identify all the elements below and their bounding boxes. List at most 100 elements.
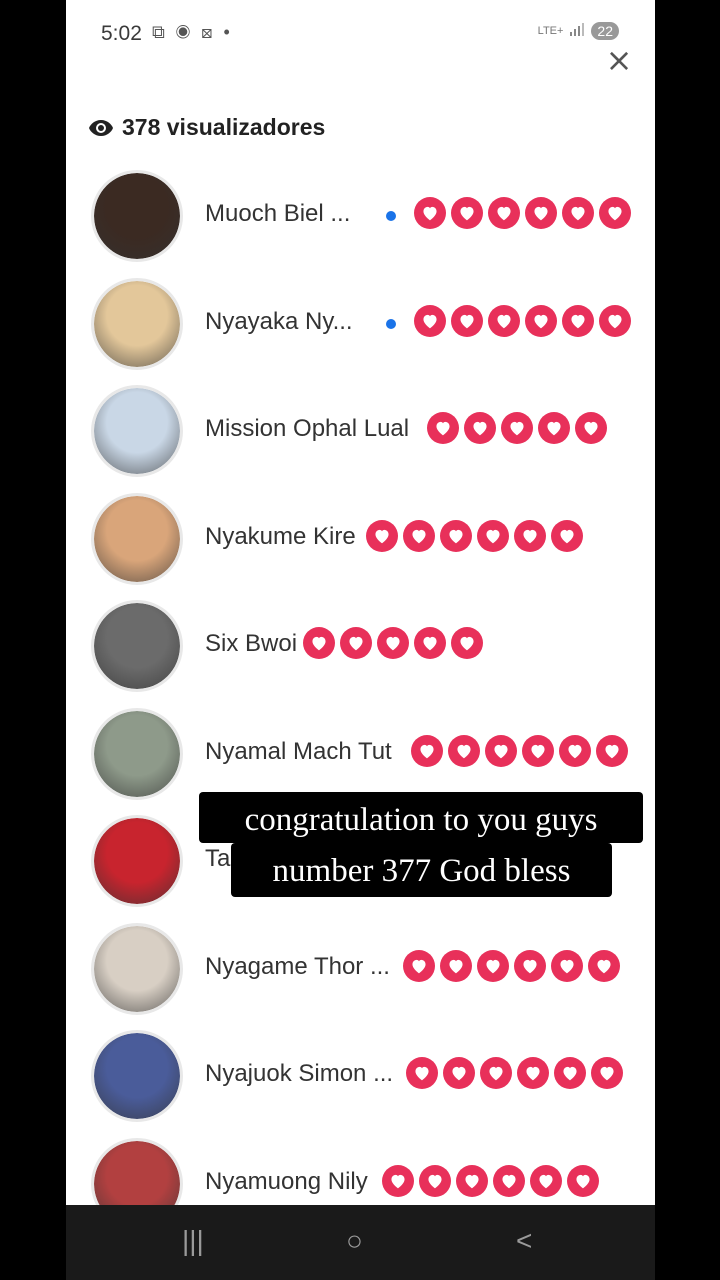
heart-icon: [501, 412, 533, 444]
heart-icon: [530, 1164, 562, 1197]
status-right: LTE+ 22: [538, 22, 619, 40]
viewers-count: 378 visualizadores: [122, 114, 326, 140]
heart-icon: [406, 1057, 438, 1089]
avatar[interactable]: [91, 1137, 183, 1205]
heart-icon: [599, 197, 631, 229]
recents-button[interactable]: |||: [182, 1225, 204, 1257]
viewer-name: Muoch Biel ...: [205, 200, 351, 227]
reactions: [427, 412, 607, 444]
heart-icon: [414, 304, 446, 337]
reactions: [303, 627, 483, 659]
heart-icon: [517, 1057, 549, 1089]
heart-icon: [448, 734, 480, 767]
avatar[interactable]: [91, 707, 183, 800]
heart-icon: [477, 949, 509, 982]
viewer-name: Nyagame Thor ...: [205, 952, 390, 980]
viewer-row[interactable]: Nyagame Thor ...: [66, 913, 655, 1021]
heart-icon: [382, 1164, 414, 1197]
heart-icon: [303, 627, 335, 659]
heart-icon: [427, 412, 459, 444]
heart-icon: [599, 304, 631, 337]
heart-icon: [464, 412, 496, 444]
heart-icon: [551, 519, 583, 552]
heart-icon: [456, 1164, 488, 1197]
viewer-row[interactable]: Six Bwoi: [66, 590, 655, 698]
back-button[interactable]: <: [516, 1225, 532, 1257]
reactions: [414, 304, 631, 337]
heart-icon: [559, 734, 591, 767]
heart-icon: [488, 304, 520, 337]
notification-icons: ⧉ ◉ ⊠ •: [152, 22, 233, 42]
heart-icon: [591, 1057, 623, 1089]
battery-icon: 22: [591, 22, 619, 40]
heart-icon: [551, 949, 583, 982]
heart-icon: [525, 197, 557, 229]
heart-icon: [366, 519, 398, 552]
status-time: 5:02: [101, 22, 142, 45]
viewer-name: Nyamal Mach Tut: [205, 737, 392, 765]
heart-icon: [562, 304, 594, 337]
avatar[interactable]: [91, 170, 183, 262]
caption-line-1: congratulation to you guys: [199, 792, 643, 843]
reactions: [366, 519, 583, 552]
online-indicator: [386, 211, 396, 221]
heart-icon: [451, 627, 483, 659]
heart-icon: [525, 304, 557, 337]
avatar[interactable]: [91, 815, 183, 907]
reactions: [406, 1057, 623, 1089]
caption-line-2: number 377 God bless: [231, 843, 612, 897]
heart-icon: [514, 949, 546, 982]
viewer-row[interactable]: Nyamal Mach Tut: [66, 698, 655, 806]
heart-icon: [451, 197, 483, 229]
viewer-name: Mission Ophal Lual: [205, 415, 410, 442]
heart-icon: [443, 1057, 475, 1089]
heart-icon: [451, 304, 483, 337]
heart-icon: [485, 734, 517, 767]
heart-icon: [419, 1164, 451, 1197]
reactions: [414, 197, 631, 229]
heart-icon: [440, 519, 472, 552]
viewer-name: Nyajuok Simon ...: [205, 1060, 394, 1087]
heart-icon: [514, 519, 546, 552]
heart-icon: [522, 734, 554, 767]
online-indicator: [386, 318, 396, 329]
status-bar: 5:02 ⧉ ◉ ⊠ • LTE+ 22: [66, 0, 655, 70]
heart-icon: [414, 197, 446, 229]
heart-icon: [340, 627, 372, 659]
viewer-row[interactable]: Nyamuong Nily: [66, 1128, 655, 1205]
close-icon[interactable]: ×: [605, 44, 633, 76]
viewer-row[interactable]: Nyayaka Ny...: [66, 268, 655, 376]
avatar[interactable]: [91, 1030, 183, 1122]
viewer-row[interactable]: Nyakume Kire: [66, 483, 655, 591]
viewers-header: 378 visualizadores: [88, 114, 325, 141]
heart-icon: [411, 734, 443, 767]
viewer-row[interactable]: Muoch Biel ...: [66, 160, 655, 268]
viewer-row[interactable]: Nyajuok Simon ...: [66, 1020, 655, 1128]
avatar[interactable]: [91, 385, 183, 477]
heart-icon: [588, 949, 620, 982]
signal-icon: [569, 22, 585, 40]
heart-icon: [403, 949, 435, 982]
home-button[interactable]: ○: [346, 1225, 363, 1257]
reactions: [411, 734, 628, 767]
heart-icon: [567, 1164, 599, 1197]
avatar[interactable]: [91, 492, 183, 585]
heart-icon: [414, 627, 446, 659]
heart-icon: [575, 412, 607, 444]
viewer-name: Nyayaka Ny...: [205, 307, 353, 335]
navigation-bar: ||| ○ <: [66, 1205, 655, 1280]
avatar[interactable]: [91, 277, 183, 370]
reactions: [382, 1164, 599, 1197]
viewer-row[interactable]: Mission Ophal Lual: [66, 375, 655, 483]
heart-icon: [377, 627, 409, 659]
heart-icon: [440, 949, 472, 982]
eye-icon: [88, 119, 114, 137]
heart-icon: [596, 734, 628, 767]
avatar[interactable]: [91, 600, 183, 692]
avatar[interactable]: [91, 922, 183, 1015]
reactions: [403, 949, 620, 982]
viewer-name: Nyamuong Nily: [205, 1167, 368, 1195]
viewer-name: Ta: [205, 845, 231, 872]
heart-icon: [538, 412, 570, 444]
heart-icon: [488, 197, 520, 229]
